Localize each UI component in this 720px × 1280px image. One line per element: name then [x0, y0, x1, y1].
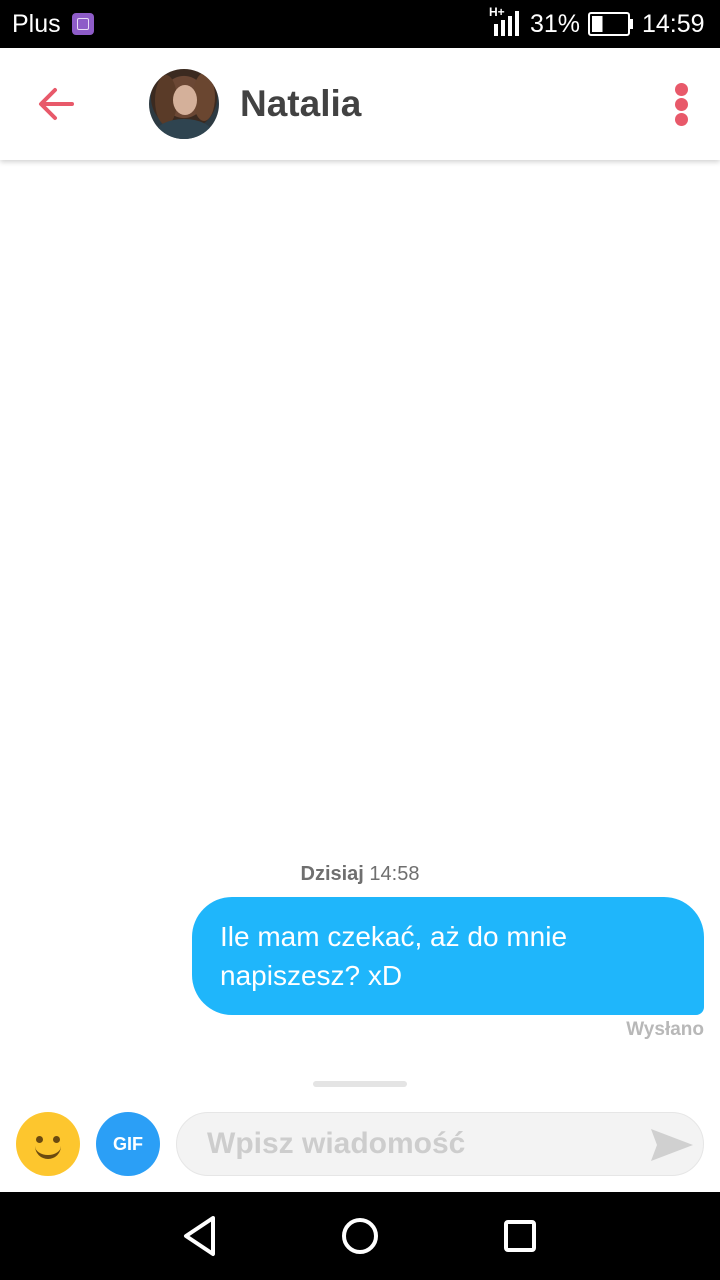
- battery-icon: [588, 12, 633, 36]
- carrier-name: Plus: [12, 10, 61, 38]
- contact-name[interactable]: Natalia: [240, 82, 361, 126]
- arrow-left-icon[interactable]: [28, 78, 84, 130]
- delivery-status: Wysłano: [626, 1019, 704, 1040]
- square-recents-icon[interactable]: [500, 1214, 540, 1258]
- message-composer[interactable]: [176, 1112, 704, 1176]
- message-list[interactable]: Dzisiaj 14:58 Ile mam czekać, aż do mnie…: [0, 160, 720, 1060]
- message-input[interactable]: [207, 1113, 627, 1175]
- vertical-dots-icon[interactable]: [664, 78, 700, 130]
- status-bar: Plus H+ 31% 14:59: [0, 0, 720, 48]
- gallery-app-icon: [72, 13, 94, 35]
- status-clock: 14:59: [642, 10, 705, 38]
- battery-percent: 31%: [530, 10, 581, 38]
- gif-button[interactable]: GIF: [96, 1112, 160, 1176]
- timestamp-day: Dzisiaj: [300, 863, 364, 885]
- signal-bars-icon: [494, 11, 519, 36]
- chat-screen: Plus H+ 31% 14:59 Natalia Dzisiaj 14:58 …: [0, 0, 720, 1280]
- system-navigation-bar: [0, 1192, 720, 1280]
- triangle-back-icon[interactable]: [180, 1214, 220, 1258]
- contact-avatar[interactable]: [149, 69, 219, 139]
- send-icon[interactable]: [649, 1127, 695, 1163]
- circle-home-icon[interactable]: [339, 1214, 381, 1258]
- outgoing-message-bubble[interactable]: Ile mam czekać, aż do mnie napiszesz? xD: [192, 897, 704, 1015]
- smiley-icon[interactable]: [16, 1112, 80, 1176]
- chat-header: Natalia: [0, 48, 720, 160]
- drag-handle[interactable]: [313, 1081, 407, 1087]
- timestamp-time: 14:58: [369, 863, 420, 885]
- message-timestamp: Dzisiaj 14:58: [0, 862, 720, 886]
